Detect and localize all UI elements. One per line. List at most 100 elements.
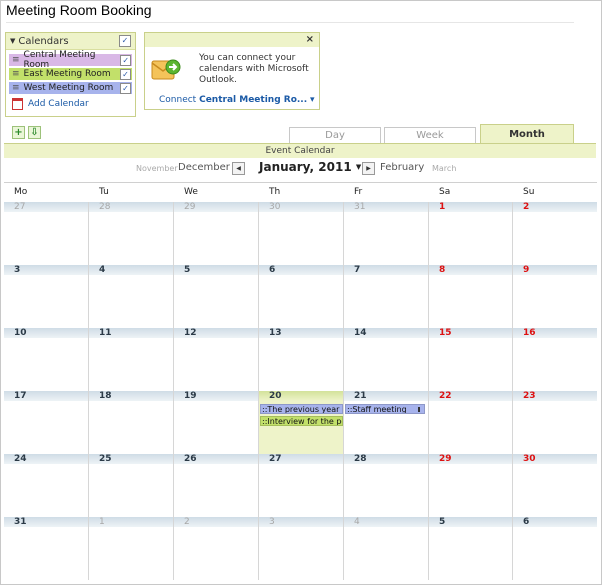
calendar-checkbox-central[interactable]: ✓ [120,54,131,66]
day-number[interactable]: 28 [89,202,173,212]
day-number[interactable]: 12 [174,328,258,338]
current-month-selector[interactable]: January, 2011 ▼ [259,160,361,174]
day-number[interactable]: 29 [429,454,512,464]
day-cell[interactable]: 2 [174,517,259,580]
add-calendar-link[interactable]: Add Calendar [12,98,135,110]
day-cell[interactable]: 3 [4,265,89,328]
event-previous-year[interactable]: ::The previous year re [260,404,343,414]
tab-week[interactable]: Week [384,127,476,144]
prev-month-button[interactable]: ◀ [232,162,245,175]
export-icon[interactable]: ⇩ [28,126,41,139]
event-interview[interactable]: ::Interview for the post [260,416,343,426]
day-cell[interactable]: 2 [513,202,597,265]
day-number[interactable]: 26 [174,454,258,464]
tab-month[interactable]: Month [480,124,574,144]
day-cell[interactable]: 24 [4,454,89,517]
day-cell[interactable]: 29 [174,202,259,265]
day-cell[interactable]: 14 [344,328,429,391]
day-number[interactable]: 9 [513,265,597,275]
calendar-item-west[interactable]: ≡ West Meeting Room ✓ [9,82,132,94]
day-cell[interactable]: 10 [4,328,89,391]
day-cell[interactable]: 7 [344,265,429,328]
day-cell[interactable]: 31 [4,517,89,580]
day-cell[interactable]: 31 [344,202,429,265]
day-number[interactable]: 4 [89,265,173,275]
day-cell[interactable]: 25 [89,454,174,517]
day-cell[interactable]: 18 [89,391,174,454]
day-cell[interactable]: 9 [513,265,597,328]
day-number[interactable]: 27 [259,454,343,464]
day-cell[interactable]: 22 [429,391,513,454]
nav-far-next-month[interactable]: March [432,164,456,180]
day-cell[interactable]: 6 [259,265,344,328]
day-number[interactable]: 2 [174,517,258,527]
day-cell[interactable]: 1 [89,517,174,580]
day-number[interactable]: 21 [344,391,428,401]
day-cell[interactable]: 13 [259,328,344,391]
day-cell[interactable]: 30 [259,202,344,265]
day-number[interactable]: 1 [429,202,512,212]
day-number[interactable]: 27 [4,202,88,212]
day-cell[interactable]: 8 [429,265,513,328]
day-number[interactable]: 25 [89,454,173,464]
day-cell[interactable]: 26 [174,454,259,517]
day-cell[interactable]: 16 [513,328,597,391]
day-cell[interactable]: 19 [174,391,259,454]
day-cell[interactable]: 23 [513,391,597,454]
day-number[interactable]: 31 [344,202,428,212]
next-month-button[interactable]: ▶ [362,162,375,175]
day-number[interactable]: 17 [4,391,88,401]
day-cell[interactable]: 3 [259,517,344,580]
nav-prev-month[interactable]: December [178,162,230,178]
day-number[interactable]: 8 [429,265,512,275]
day-number[interactable]: 5 [429,517,512,527]
day-cell[interactable]: 5 [429,517,513,580]
all-calendars-checkbox[interactable]: ✓ [119,35,131,47]
day-number[interactable]: 24 [4,454,88,464]
day-cell[interactable]: 28 [89,202,174,265]
tab-day[interactable]: Day [289,127,381,144]
day-number[interactable]: 13 [259,328,343,338]
day-number[interactable]: 2 [513,202,597,212]
calendars-panel-header[interactable]: ▼ Calendars ✓ [6,33,135,50]
add-event-button[interactable]: + [12,126,25,139]
day-number[interactable]: 29 [174,202,258,212]
day-cell[interactable]: 6 [513,517,597,580]
day-number[interactable]: 30 [259,202,343,212]
day-number[interactable]: 10 [4,328,88,338]
day-cell[interactable]: 11 [89,328,174,391]
day-number[interactable]: 19 [174,391,258,401]
day-number[interactable]: 23 [513,391,597,401]
day-number[interactable]: 1 [89,517,173,527]
day-number[interactable]: 30 [513,454,597,464]
day-number[interactable]: 18 [89,391,173,401]
day-number[interactable]: 22 [429,391,512,401]
day-cell[interactable]: 27 [259,454,344,517]
day-number[interactable]: 4 [344,517,428,527]
day-cell[interactable]: 4 [89,265,174,328]
day-number[interactable]: 3 [4,265,88,275]
day-cell[interactable]: 30 [513,454,597,517]
day-cell[interactable]: 1 [429,202,513,265]
nav-far-prev-month[interactable]: November [136,164,178,180]
day-cell[interactable]: 28 [344,454,429,517]
day-number[interactable]: 14 [344,328,428,338]
chevron-down-icon[interactable]: ▾ [310,95,315,105]
day-number[interactable]: 20 [259,391,343,401]
calendar-checkbox-west[interactable]: ✓ [120,82,131,94]
day-number[interactable]: 3 [259,517,343,527]
day-number[interactable]: 28 [344,454,428,464]
day-number[interactable]: 31 [4,517,88,527]
event-resize-handle[interactable] [418,407,420,412]
calendar-checkbox-east[interactable]: ✓ [120,68,131,80]
day-number[interactable]: 15 [429,328,512,338]
day-number[interactable]: 5 [174,265,258,275]
day-number[interactable]: 16 [513,328,597,338]
collapse-triangle-icon[interactable]: ▼ [10,37,15,45]
event-staff-meeting[interactable]: ::Staff meeting [345,404,425,414]
day-cell[interactable]: 27 [4,202,89,265]
close-icon[interactable]: × [306,34,314,45]
day-number[interactable]: 6 [259,265,343,275]
day-cell-today[interactable]: 20 ::The previous year re ::Interview fo… [259,391,344,454]
day-number[interactable]: 11 [89,328,173,338]
